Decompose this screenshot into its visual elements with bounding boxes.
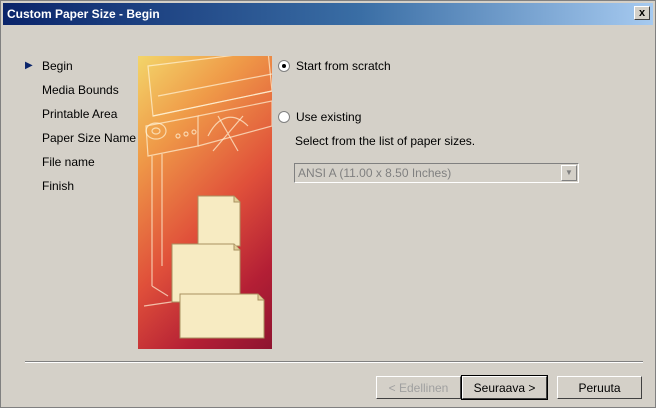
use-existing-option[interactable]: Use existing	[278, 110, 361, 124]
plotter-paper-illustration	[143, 56, 272, 339]
step-media-bounds: Media Bounds	[23, 81, 136, 105]
chevron-down-icon: ▼	[561, 165, 577, 181]
cancel-button[interactable]: Peruuta	[557, 376, 642, 399]
step-begin: ▶ Begin	[23, 57, 136, 81]
wizard-illustration	[138, 56, 272, 349]
step-label: Begin	[42, 59, 73, 73]
back-button: < Edellinen	[376, 376, 461, 399]
step-label: Printable Area	[42, 107, 118, 121]
wizard-steps: ▶ Begin Media Bounds Printable Area Pape…	[23, 57, 136, 201]
footer-divider	[25, 361, 643, 363]
step-printable-area: Printable Area	[23, 105, 136, 129]
close-icon: x	[638, 7, 646, 19]
paper-size-value: ANSI A (11.00 x 8.50 Inches)	[298, 166, 452, 180]
paper-size-select: ANSI A (11.00 x 8.50 Inches) ▼	[294, 163, 579, 183]
existing-label: Use existing	[296, 110, 362, 124]
step-label: Finish	[42, 179, 75, 193]
scratch-label: Start from scratch	[296, 59, 391, 73]
step-finish: Finish	[23, 177, 136, 201]
start-from-scratch-option[interactable]: Start from scratch	[278, 59, 391, 73]
step-file-name: File name	[23, 153, 136, 177]
title-bar: Custom Paper Size - Begin x	[3, 3, 653, 25]
scratch-radio[interactable]	[278, 60, 290, 72]
arrow-right-icon: ▶	[25, 60, 33, 71]
next-button[interactable]: Seuraava >	[461, 375, 548, 400]
dialog-window: Custom Paper Size - Begin x ▶ Begin Medi…	[0, 0, 656, 408]
step-label: File name	[42, 155, 95, 169]
step-paper-size-name: Paper Size Name	[23, 129, 136, 153]
window-title: Custom Paper Size - Begin	[7, 7, 160, 21]
step-label: Paper Size Name	[42, 131, 137, 145]
close-button[interactable]: x	[634, 6, 650, 20]
paper-size-list-label: Select from the list of paper sizes.	[295, 134, 476, 148]
step-label: Media Bounds	[42, 83, 119, 97]
existing-radio[interactable]	[278, 111, 290, 123]
